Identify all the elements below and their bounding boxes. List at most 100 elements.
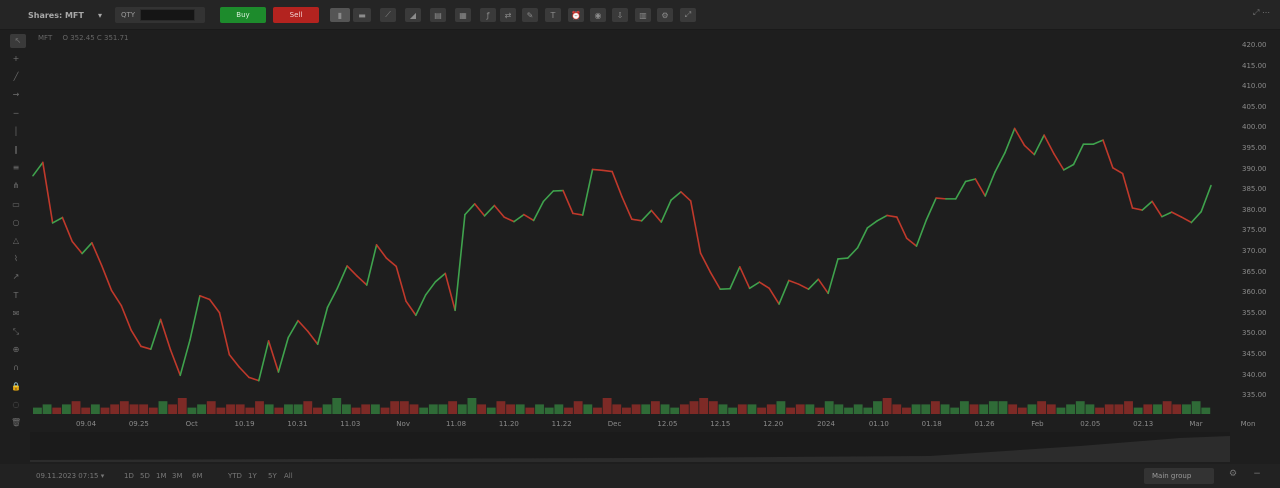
price-line-segment [591,168,604,172]
price-line-segment [110,289,123,307]
save-icon[interactable]: ⇩ [612,8,628,22]
price-line-segment [935,197,947,200]
volume-bar [535,404,544,414]
zoom-out-icon[interactable]: − [1250,469,1264,483]
time-tick-label: 01.18 [921,420,942,428]
price-line-segment [650,209,663,223]
price-line-segment [365,244,378,286]
period-button[interactable]: 1D [124,472,134,480]
price-line-segment [91,241,103,267]
bars-icon[interactable]: ▬ [353,8,371,22]
price-line-segment [473,203,486,217]
price-line-segment [964,178,977,183]
indicator-icon[interactable]: ƒ [480,8,496,22]
volume-bar [81,407,91,414]
area-icon[interactable]: ◢ [405,8,421,22]
period-button[interactable]: 1M [156,472,167,480]
period-button[interactable]: 3M [172,472,183,480]
volume-bar [612,404,622,414]
volume-bar [1182,404,1191,414]
volume-bar [873,401,882,414]
compare-icon[interactable]: ⇄ [500,8,516,22]
volume-bar [216,407,226,414]
price-line-segment [464,203,476,216]
volume-bar [370,404,380,414]
period-button[interactable]: All [284,472,293,480]
candles-icon[interactable]: ▮ [330,8,350,22]
price-line-segment [689,200,702,254]
fullscreen-icon[interactable]: ⤢ [680,8,696,22]
layout-icon[interactable]: ▥ [635,8,651,22]
volume-bar [448,401,458,414]
price-line-segment [1004,127,1016,154]
time-tick-label: Nov [396,420,410,428]
toolbar-right-controls[interactable]: ⤢ ⋯ [1253,8,1270,18]
price-line-segment [1121,172,1134,209]
price-tick-label: 420.00 [1242,41,1267,49]
price-line-segment [336,265,348,290]
price-line-segment [1053,152,1065,171]
volume-bar [776,401,786,414]
volume-bar [564,407,573,414]
date-range[interactable]: 09.11.2023 07:15 ▾ [36,472,104,480]
price-line-segment [660,199,672,223]
renko-icon[interactable]: ▦ [455,8,471,22]
price-line-segment [208,298,221,314]
price-line-segment [503,216,515,223]
volume-bar [235,404,245,414]
period-button[interactable]: YTD [228,472,242,480]
volume-bar [959,401,969,414]
bottom-bar: 09.11.2023 07:15 ▾ 1D 5D 1M 3M 6M YTD 1Y 5Y All … [0,464,1280,488]
heikin-icon[interactable]: ▤ [430,8,446,22]
volume-bar [206,401,216,414]
volume-bar [380,407,390,414]
volume-bar [1133,407,1143,414]
volume-bar [197,404,207,414]
price-line-segment [974,178,987,197]
volume-bar [834,404,844,414]
price-line-segment [905,237,918,247]
volume-bar [824,401,834,414]
price-line-segment [925,197,937,221]
period-button[interactable]: 5Y [268,472,277,480]
volume-bar [622,407,631,414]
volume-bar [1104,404,1114,414]
price-tick-label: 335.00 [1242,391,1267,400]
sell-button[interactable]: Sell [273,7,319,23]
buy-button[interactable]: Buy [220,7,266,23]
period-button[interactable]: 6M [192,472,203,480]
volume-bar [747,404,757,414]
volume-bar [815,407,824,414]
volume-bar [467,398,477,414]
price-line-segment [562,189,574,215]
price-line-segment [581,168,594,216]
qty-input[interactable] [140,9,195,21]
line-icon[interactable]: ⟋ [380,8,396,22]
text-icon[interactable]: T [545,8,561,22]
volume-bar [728,407,738,414]
price-line-segment [621,196,633,220]
volume-bar [1027,404,1037,414]
settings-icon[interactable]: ⚙ [657,8,673,22]
volume-bar [303,401,313,414]
camera-icon[interactable]: ◉ [590,8,606,22]
time-navigator[interactable] [30,432,1230,462]
volume-bar [52,407,62,414]
volume-bar [1056,407,1066,414]
volume-bar [284,404,293,414]
volume-bar [940,404,950,414]
price-line-segment [1180,216,1193,224]
volume-bar [477,404,487,414]
price-tick-label: 345.00 [1242,350,1267,358]
draw-icon[interactable]: ✎ [522,8,538,22]
period-button[interactable]: 1Y [248,472,257,480]
volume-bar [641,404,651,414]
price-line-segment [189,294,201,341]
period-button[interactable]: 5D [140,472,150,480]
group-select[interactable]: Main group [1144,468,1214,484]
symbol-selector[interactable]: Shares: MFT ▾ [14,7,110,23]
volume-bar [1037,401,1047,414]
price-chart[interactable] [0,30,1280,430]
settings-icon[interactable]: ⚙ [1226,469,1240,483]
alert-icon[interactable]: ⏰ [568,8,584,22]
